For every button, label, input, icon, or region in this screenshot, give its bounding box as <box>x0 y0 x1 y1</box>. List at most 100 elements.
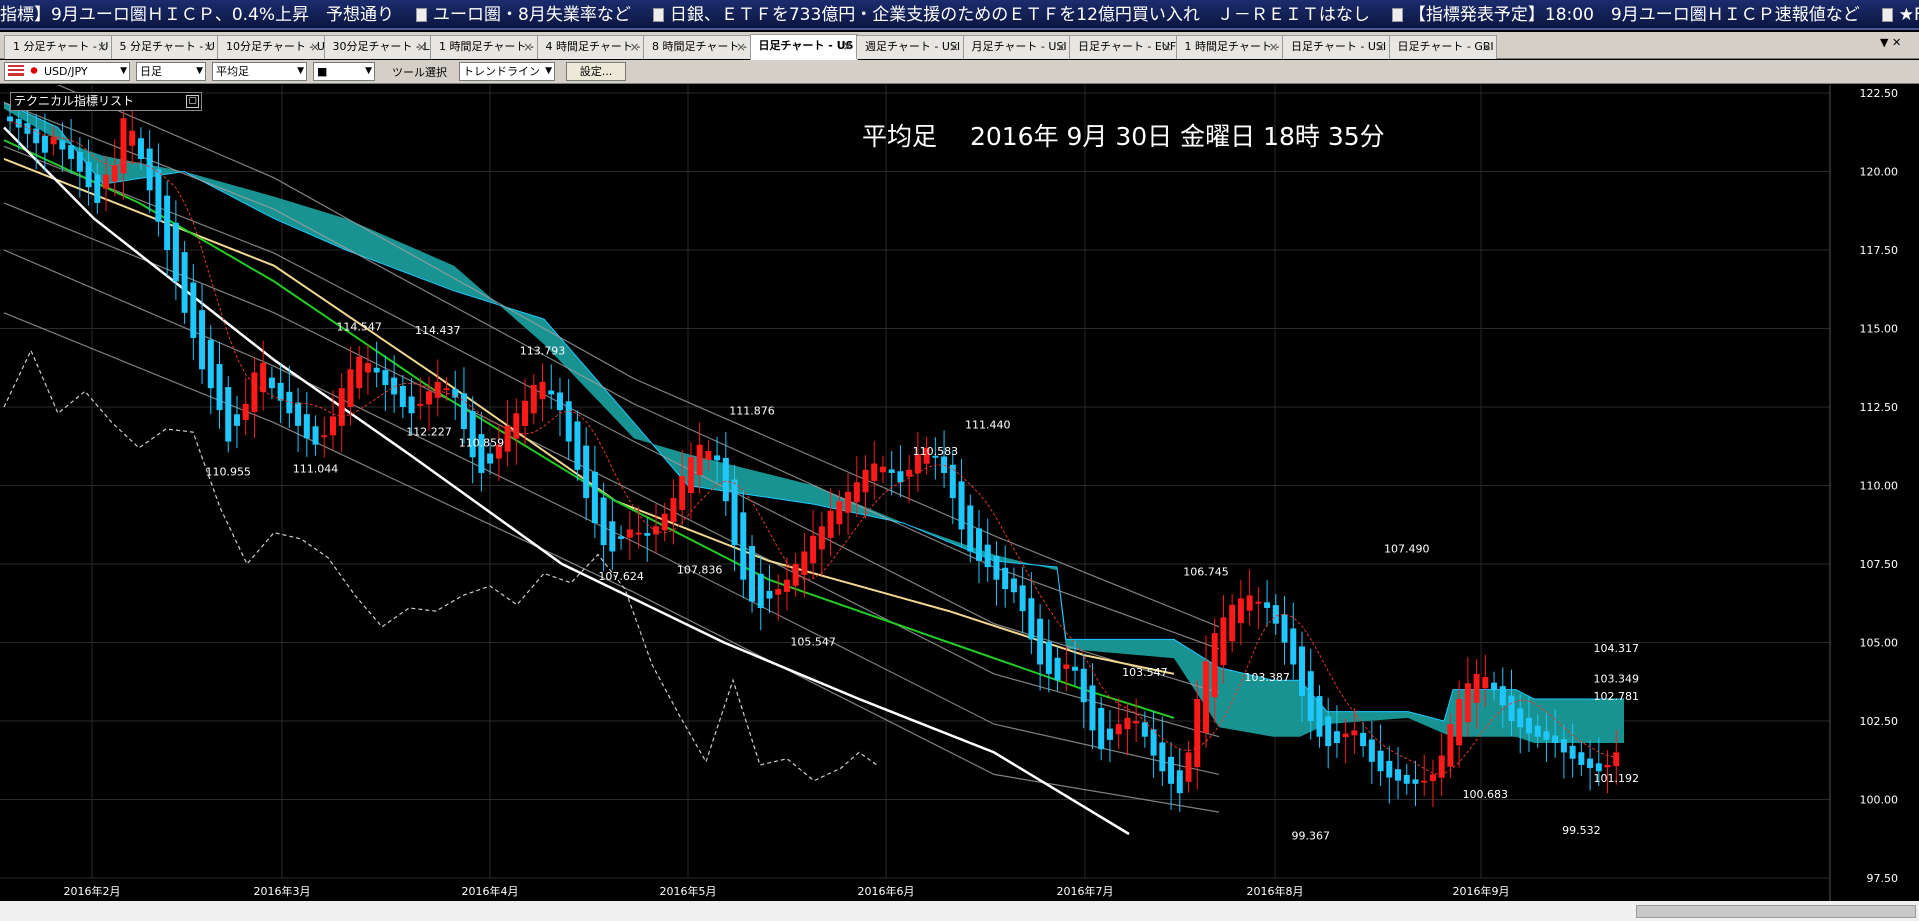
candle-body <box>1464 683 1471 723</box>
tool-select[interactable]: トレンドライン ▼ <box>459 62 555 81</box>
candle-body <box>836 501 843 525</box>
chevron-down-icon: ▼ <box>365 66 372 76</box>
candle-body <box>1080 668 1087 703</box>
tab-close-icon[interactable]: × <box>1055 36 1065 58</box>
ticker-item[interactable]: 【指標発表予定】18:00 9月ユーロ圏ＨＩＣＰ速報値など <box>1391 0 1860 28</box>
y-tick-label: 100.00 <box>1860 794 1899 807</box>
tab-label: 月足チャート - USI <box>971 40 1067 53</box>
ticker-text: 日銀、ＥＴＦを733億円・企業支援のためのＥＴＦを12億円買い入れ Ｊ－ＲＥＩＴ… <box>669 5 1370 25</box>
panel-toggle-icon[interactable]: ▢ <box>186 95 199 108</box>
candle-body <box>1325 716 1332 747</box>
tab-close-icon[interactable]: × <box>629 36 639 58</box>
x-tick-label: 2016年4月 <box>462 884 519 898</box>
ticker-item[interactable]: ユーロ圏・8月失業率など <box>416 0 631 28</box>
price-label: 107.624 <box>598 570 644 583</box>
news-ticker[interactable]: 指標】9月ユーロ圏ＨＩＣＰ、0.4%上昇 予想通り ユーロ圏・8月失業率など 日銀、… <box>0 0 1919 30</box>
chart-area[interactable]: 122.50 120.00 117.50 115.00 112.50 110.00 107.… <box>0 85 1919 901</box>
chart-svg: 122.50 120.00 117.50 115.00 112.50 110.00 107.… <box>0 85 1899 901</box>
candle-body <box>1037 618 1044 665</box>
candle-body <box>1386 760 1393 778</box>
candle-body <box>1499 686 1506 706</box>
chart-tab[interactable]: 4 時間足チャート - × <box>536 35 645 59</box>
ticker-item[interactable]: 日銀、ＥＴＦを733億円・企業支援のためのＥＴＦを12億円買い入れ Ｊ－ＲＥＩＴ… <box>652 0 1370 28</box>
candle-body <box>653 526 659 535</box>
tab-label: 5 分足チャート - U <box>119 40 215 53</box>
currency-pair-select[interactable]: USD/JPY ▼ <box>4 62 130 81</box>
candle-body <box>1133 721 1140 724</box>
y-tick-label: 110.00 <box>1860 480 1899 493</box>
chart-tab[interactable]: 月足チャート - USI × <box>962 35 1071 59</box>
price-label: 112.227 <box>406 426 452 439</box>
bottom-bar <box>0 901 1919 921</box>
tab-close-icon[interactable]: × <box>97 36 107 58</box>
chart-toolbar: USD/JPY ▼ 日足 ▼ 平均足 ▼ ■ ▼ ツール選択 トレンドライン ▼… <box>0 60 1919 84</box>
candle-body <box>155 169 162 222</box>
x-tick-label: 2016年9月 <box>1453 884 1510 898</box>
candle-body <box>364 363 371 373</box>
band-line <box>3 145 1220 694</box>
tab-close-icon[interactable]: × <box>416 36 426 58</box>
news-doc-icon <box>1881 8 1893 22</box>
candle-type-select[interactable]: 平均足 ▼ <box>212 62 307 81</box>
candle-body <box>1010 578 1017 593</box>
candle-body <box>1237 598 1244 624</box>
news-doc-icon <box>416 8 428 22</box>
period-select[interactable]: 日足 ▼ <box>136 62 206 81</box>
tab-label: 4 時間足チャート - <box>545 40 641 53</box>
chart-tab[interactable]: 週足チャート - USI × <box>856 35 964 59</box>
tab-close-icon[interactable]: × <box>203 36 213 58</box>
candle-body <box>1185 752 1192 782</box>
candle-body <box>1473 673 1480 703</box>
tab-label: 30分足チャート - L <box>332 40 430 53</box>
tab-close-icon[interactable]: × <box>1162 36 1172 58</box>
candle-body <box>548 390 555 395</box>
tab-list-menu[interactable]: ▼ ✕ <box>1880 36 1901 49</box>
chart-title: 平均足 2016年 9月 30日 金曜日 18時 35分 <box>862 122 1385 151</box>
candle-body <box>967 505 974 552</box>
ticker-item[interactable]: 指標】9月ユーロ圏ＨＩＣＰ、0.4%上昇 予想通り <box>0 0 395 28</box>
tab-close-icon[interactable]: × <box>523 36 533 58</box>
candle-body <box>845 491 852 513</box>
candle-body <box>452 389 459 398</box>
candle-body <box>1508 695 1515 721</box>
chart-tab[interactable]: 日足チャート - US × <box>749 34 858 60</box>
tab-close-icon[interactable]: × <box>736 36 746 58</box>
tab-close-icon[interactable]: × <box>842 35 852 57</box>
chart-tab[interactable]: 1 時間足チャート - × <box>430 35 538 59</box>
settings-button[interactable]: 設定... <box>566 62 626 81</box>
ticker-text: 指標】9月ユーロ圏ＨＩＣＰ、0.4%上昇 予想通り <box>0 5 395 25</box>
candle-body <box>853 482 860 503</box>
chart-tab[interactable]: 1 時間足チャート - × <box>1175 35 1284 59</box>
chart-tab[interactable]: 8 時間足チャート - × <box>643 35 751 59</box>
price-label: 113.793 <box>520 344 566 357</box>
candle-body <box>871 463 878 482</box>
candle-body <box>618 536 625 539</box>
candle-body <box>522 400 529 427</box>
chart-tab[interactable]: 1 分足チャート - U × <box>4 35 112 59</box>
indicator-list-panel[interactable]: テクニカル指標リスト ▢ <box>10 92 202 111</box>
candle-body <box>1595 763 1602 772</box>
tab-close-icon[interactable]: × <box>1481 36 1491 58</box>
candle-body <box>679 476 686 511</box>
candle-body <box>1351 730 1358 736</box>
x-tick-label: 2016年6月 <box>858 884 915 898</box>
candle-body <box>181 252 188 313</box>
chart-tab[interactable]: 日足チャート - USI × <box>1282 35 1390 59</box>
chart-tab[interactable]: 日足チャート - EUF × <box>1069 35 1177 59</box>
tab-close-icon[interactable]: × <box>949 36 959 58</box>
y-tick-label: 112.50 <box>1860 401 1899 414</box>
candle-body <box>810 535 817 564</box>
chart-tab[interactable]: 10分足チャート - U × <box>217 35 325 59</box>
chart-tab[interactable]: 30分足チャート - L × <box>323 35 432 59</box>
candle-body <box>888 469 895 473</box>
chart-tab[interactable]: 日足チャート - GBI × <box>1388 35 1497 59</box>
symbol-select[interactable]: ■ ▼ <box>313 62 375 81</box>
tab-close-icon[interactable]: × <box>1375 36 1385 58</box>
candle-body <box>1281 614 1288 643</box>
horizontal-scrollbar[interactable] <box>1636 905 1916 918</box>
tab-close-icon[interactable]: × <box>310 36 320 58</box>
chart-tab[interactable]: 5 分足チャート - U × <box>110 35 219 59</box>
ticker-item[interactable]: ★FX <box>1881 0 1919 28</box>
tab-close-icon[interactable]: × <box>1268 36 1278 58</box>
candle-body <box>626 529 633 538</box>
